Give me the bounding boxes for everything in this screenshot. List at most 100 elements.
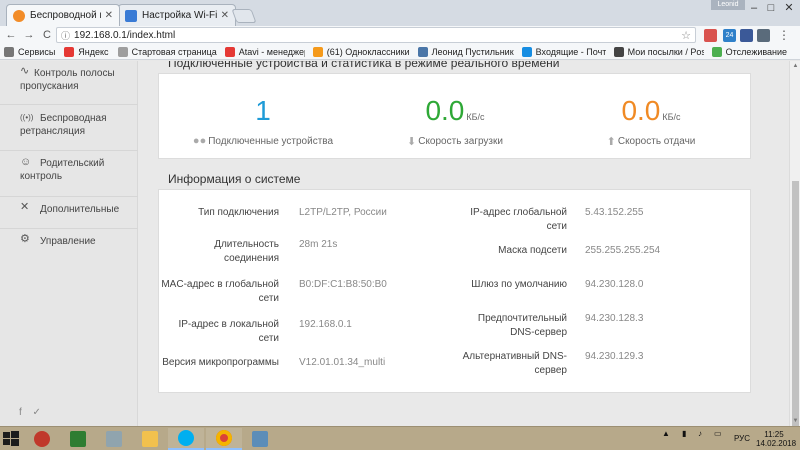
bookmark-mail[interactable]: Входящие - Почта М (521, 46, 606, 57)
forward-icon[interactable]: → (20, 29, 38, 41)
extension-icon[interactable] (757, 29, 770, 42)
address-bar[interactable]: ⓘ 192.168.0.1/index.html ☆ (56, 27, 696, 43)
scroll-down-icon[interactable]: ▼ (790, 416, 800, 426)
battery-icon[interactable]: ▭ (714, 429, 722, 438)
sidebar-item-parental-control[interactable]: ☺ Родительский контроль (0, 151, 138, 197)
atavi-icon (224, 46, 235, 57)
page-favicon-icon (125, 9, 137, 22)
notes-icon (106, 431, 122, 447)
users-icon: ●● (192, 135, 207, 147)
connection-duration-label: Длительность соединения (214, 239, 279, 264)
close-tab-icon[interactable]: ✕ (221, 10, 229, 21)
wan-ip-label: IP-адрес глобальной сети (470, 207, 567, 232)
mail-icon (521, 46, 532, 57)
sidebar-item-management[interactable]: ⚙ Управление (0, 229, 138, 261)
bookmark-label: Atavi - менеджер за (238, 46, 305, 57)
package-icon (613, 46, 624, 57)
bookmarks-bar: Сервисы Яндекс Стартовая страница Atavi … (0, 44, 800, 60)
tab-wifi-setup[interactable]: Настройка Wi-Fi роутер ✕ (118, 4, 236, 26)
scrollbar-thumb[interactable] (792, 181, 799, 426)
sidebar-item-label: Беспроводная ретрансляция (20, 113, 107, 137)
close-window-icon[interactable]: ✕ (780, 0, 798, 18)
browser-tab-strip: Беспроводной маршрути ✕ Настройка Wi-Fi … (0, 0, 800, 26)
taskbar-search-app[interactable] (24, 428, 60, 450)
alternate-dns-label: Альтернативный DNS-сервер (462, 351, 567, 376)
profile-button[interactable]: Leonid (711, 0, 745, 10)
bookmark-parcels[interactable]: Мои посылки / Posts (613, 46, 704, 57)
download-speed-unit: КБ/с (466, 112, 485, 122)
search-app-icon (34, 431, 50, 447)
connected-devices-value: 1 (255, 95, 271, 126)
page-info-icon[interactable]: ⓘ (61, 29, 70, 42)
page-icon (117, 46, 128, 57)
upload-icon: ⬆ (606, 136, 616, 148)
bookmark-start-page[interactable]: Стартовая страница (117, 46, 217, 57)
sidebar-item-label: Управление (40, 236, 96, 247)
wan-ip-value: 5.43.152.255 (585, 207, 644, 218)
realtime-stats-card: 1 ●● Подключенные устройства 0.0 КБ/с ⬇ С… (158, 73, 751, 159)
browser-toolbar: ← → C ⓘ 192.168.0.1/index.html ☆ (0, 26, 800, 44)
bookmark-star-icon[interactable]: ☆ (681, 29, 691, 42)
download-speed-stat: 0.0 КБ/с ⬇ Скорость загрузки (365, 96, 545, 149)
browser-menu-icon[interactable]: ⋮ (776, 29, 792, 42)
connection-duration-value: 28m 21s (299, 239, 338, 250)
bookmark-label: Леонид Пустильник (431, 46, 514, 57)
router-favicon-icon (13, 9, 25, 22)
scroll-up-icon[interactable]: ▲ (790, 61, 800, 71)
tab-router[interactable]: Беспроводной маршрути ✕ (6, 4, 120, 26)
social-links[interactable]: f ✓ (19, 407, 45, 418)
main-content: Подключенные устройства и статистика в р… (138, 61, 789, 426)
volume-icon[interactable]: ♪ (698, 429, 702, 438)
windows-start-icon[interactable] (2, 430, 20, 448)
upload-speed-unit: КБ/с (662, 112, 681, 122)
extension-icon[interactable] (704, 29, 717, 42)
bookmark-odnoklassniki[interactable]: (61) Одноклассники (312, 46, 410, 57)
calculator-icon (70, 431, 86, 447)
lan-ip-value: 192.168.0.1 (299, 319, 352, 330)
maximize-icon[interactable]: □ (763, 0, 779, 18)
chrome-icon (216, 430, 232, 446)
bookmark-atavi[interactable]: Atavi - менеджер за (224, 46, 305, 57)
taskbar-file-explorer-app[interactable] (132, 428, 168, 450)
network-icon[interactable]: ▮ (682, 429, 686, 438)
extension-icon[interactable] (740, 29, 753, 42)
bookmark-tracking[interactable]: Отслеживание (711, 46, 787, 57)
close-tab-icon[interactable]: ✕ (105, 10, 113, 21)
firmware-version-label: Версия микропрограммы (162, 357, 279, 368)
back-icon[interactable]: ← (2, 29, 20, 41)
taskbar-calculator-app[interactable] (60, 428, 96, 450)
bookmark-yandex[interactable]: Яндекс (64, 46, 109, 57)
sidebar-item-advanced[interactable]: ✕ Дополнительные (0, 197, 138, 229)
connected-devices-label: Подключенные устройства (208, 135, 334, 147)
taskbar-chrome-app[interactable] (206, 428, 242, 450)
tab-title: Настройка Wi-Fi роутер (142, 10, 217, 21)
upload-speed-stat: 0.0 КБ/с ⬆ Скорость отдачи (561, 96, 741, 149)
new-tab-button[interactable] (231, 9, 257, 23)
wan-mac-label: MAC-адрес в глобальной сети (161, 279, 279, 304)
connected-devices-stat: 1 ●● Подключенные устройства (173, 95, 353, 148)
reload-icon[interactable]: C (38, 29, 56, 41)
lan-ip-label: IP-адрес в локальной сети (178, 319, 279, 344)
taskbar-notes-app[interactable] (96, 428, 132, 450)
sidebar-item-label: Дополнительные (40, 204, 120, 215)
minimize-icon[interactable]: – (746, 0, 762, 18)
system-info-section-title: Информация о системе (168, 172, 301, 186)
clock[interactable]: 11:25 14.02.2018 (756, 430, 796, 448)
sidebar-item-wireless-repeater[interactable]: ((•)) Беспроводная ретрансляция (0, 105, 138, 151)
language-indicator[interactable]: РУС (734, 434, 750, 443)
bookmark-vk[interactable]: Леонид Пустильник (417, 46, 514, 57)
tray-up-arrow-icon[interactable]: ▲ (662, 429, 670, 438)
bookmark-label: Мои посылки / Posts (627, 46, 704, 57)
router-admin-page: ∿ Контроль полосы пропускания ((•)) Бесп… (0, 61, 789, 426)
system-info-card: Тип подключения L2TP/L2TP, России Длител… (158, 189, 751, 393)
taskbar-remote-app[interactable] (242, 428, 278, 450)
sidebar-item-bandwidth-control[interactable]: ∿ Контроль полосы пропускания (0, 61, 138, 105)
sidebar-item-label: Контроль полосы пропускания (20, 68, 115, 92)
sidebar: ∿ Контроль полосы пропускания ((•)) Бесп… (0, 61, 138, 426)
tab-title: Беспроводной маршрути (30, 10, 101, 21)
gear-icon: ⚙ (20, 233, 30, 245)
page-scrollbar[interactable]: ▲ ▼ (789, 61, 800, 426)
taskbar-skype-app[interactable] (168, 428, 204, 450)
bookmark-services[interactable]: Сервисы (4, 46, 55, 57)
extension-badge-icon[interactable]: 24 (723, 29, 736, 42)
